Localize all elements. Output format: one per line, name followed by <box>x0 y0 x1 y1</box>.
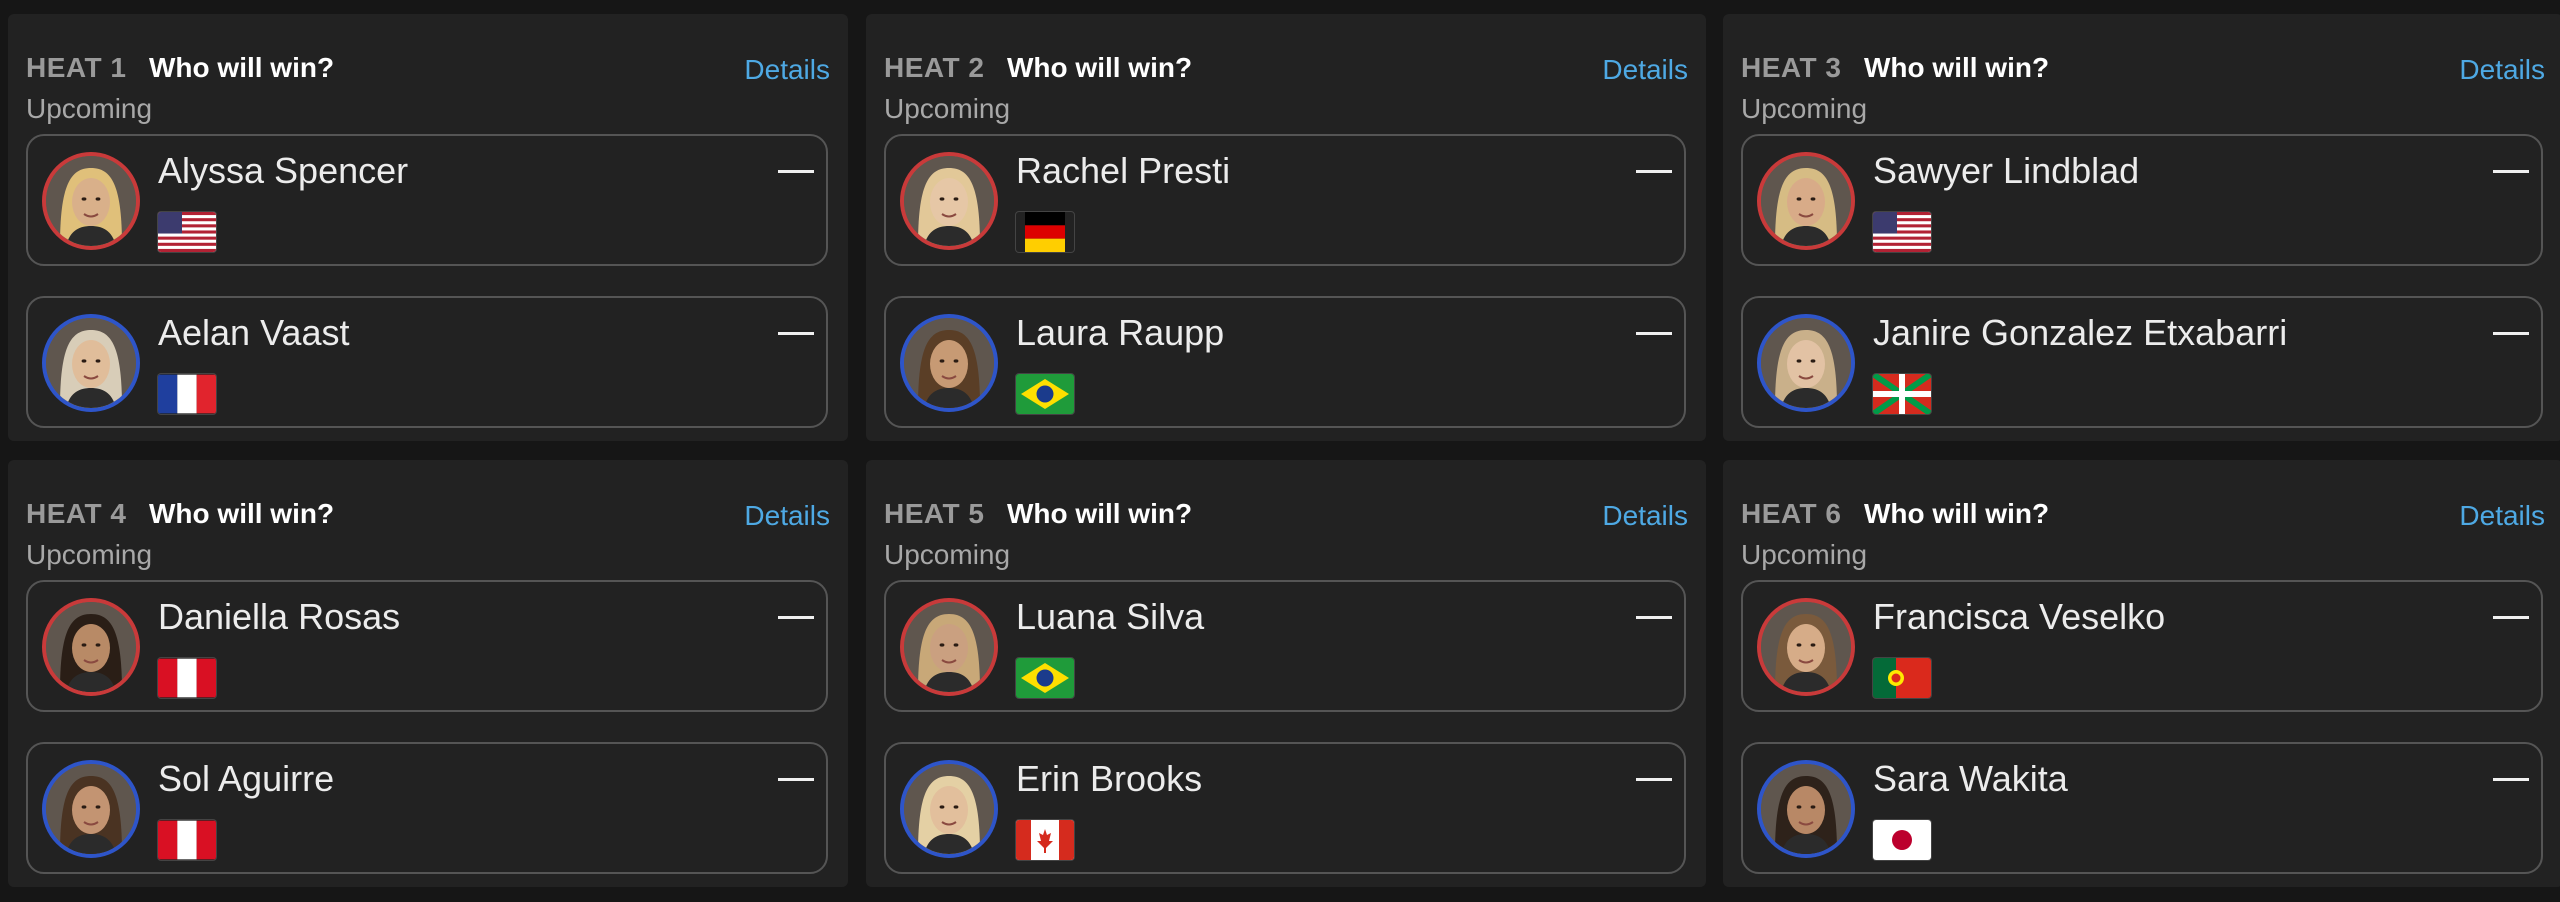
surfer-name: Sol Aguirre <box>158 758 335 799</box>
surfer-avatar <box>900 314 998 412</box>
surfer-name: Sara Wakita <box>1873 758 2068 799</box>
surfer-pick-daniella-rosas[interactable]: Daniella Rosas <box>26 580 828 712</box>
result-placeholder <box>778 778 814 781</box>
surfer-avatar <box>900 598 998 696</box>
result-placeholder <box>2493 616 2529 619</box>
heat-status: Upcoming <box>884 93 1011 124</box>
heat-card-4: HEAT 4 Who will win? Details Upcoming Da… <box>8 460 848 887</box>
surfer-avatar <box>42 152 140 250</box>
heat-status: Upcoming <box>884 539 1011 570</box>
flag-fr-icon <box>158 374 216 414</box>
surfer-avatar <box>900 152 998 250</box>
result-placeholder <box>1636 170 1672 173</box>
surfer-avatar <box>1757 760 1855 858</box>
heat-number: HEAT 2 <box>884 52 985 83</box>
surfer-name: Alyssa Spencer <box>158 150 409 191</box>
surfer-pick-alyssa-spencer[interactable]: Alyssa Spencer <box>26 134 828 266</box>
surfer-pick-laura-raupp[interactable]: Laura Raupp <box>884 296 1686 428</box>
heat-card-2: HEAT 2 Who will win? Details Upcoming Ra… <box>866 14 1706 441</box>
flag-eu-icon <box>1873 374 1931 414</box>
details-link[interactable]: Details <box>2459 54 2545 86</box>
heat-number: HEAT 1 <box>26 52 127 83</box>
heat-status: Upcoming <box>1741 539 1868 570</box>
result-placeholder <box>778 170 814 173</box>
flag-us-icon <box>158 212 216 252</box>
surfer-pick-rachel-presti[interactable]: Rachel Presti <box>884 134 1686 266</box>
heat-number: HEAT 4 <box>26 498 127 529</box>
flag-us-icon <box>1873 212 1931 252</box>
surfer-avatar <box>1757 598 1855 696</box>
heat-card-3: HEAT 3 Who will win? Details Upcoming Sa… <box>1723 14 2560 441</box>
result-placeholder <box>2493 170 2529 173</box>
surfer-name: Daniella Rosas <box>158 596 401 637</box>
surfer-pick-luana-silva[interactable]: Luana Silva <box>884 580 1686 712</box>
result-placeholder <box>778 332 814 335</box>
surfer-avatar <box>1757 152 1855 250</box>
flag-br-icon <box>1016 374 1074 414</box>
surfer-name: Erin Brooks <box>1016 758 1203 799</box>
surfer-name: Rachel Presti <box>1016 150 1231 191</box>
who-will-win-label: Who will win? <box>1864 498 2050 529</box>
heat-number: HEAT 6 <box>1741 498 1842 529</box>
surfer-avatar <box>42 760 140 858</box>
result-placeholder <box>1636 778 1672 781</box>
who-will-win-label: Who will win? <box>149 498 335 529</box>
details-link[interactable]: Details <box>744 500 830 532</box>
surfer-pick-janire-gonzalez-etxabarri[interactable]: Janire Gonzalez Etxabarri <box>1741 296 2543 428</box>
surfer-name: Sawyer Lindblad <box>1873 150 2140 191</box>
result-placeholder <box>1636 616 1672 619</box>
heat-status: Upcoming <box>26 93 153 124</box>
who-will-win-label: Who will win? <box>1007 52 1193 83</box>
details-link[interactable]: Details <box>1602 500 1688 532</box>
heat-status: Upcoming <box>1741 93 1868 124</box>
surfer-pick-sol-aguirre[interactable]: Sol Aguirre <box>26 742 828 874</box>
flag-jp-icon <box>1873 820 1931 860</box>
surfer-pick-erin-brooks[interactable]: Erin Brooks <box>884 742 1686 874</box>
heat-card-6: HEAT 6 Who will win? Details Upcoming Fr… <box>1723 460 2560 887</box>
who-will-win-label: Who will win? <box>1007 498 1193 529</box>
result-placeholder <box>1636 332 1672 335</box>
flag-pe-icon <box>158 820 216 860</box>
surfer-name: Laura Raupp <box>1016 312 1225 353</box>
surfer-pick-francisca-veselko[interactable]: Francisca Veselko <box>1741 580 2543 712</box>
surfer-name: Luana Silva <box>1016 596 1205 637</box>
heat-number: HEAT 5 <box>884 498 985 529</box>
surfer-name: Francisca Veselko <box>1873 596 2166 637</box>
surfer-avatar <box>900 760 998 858</box>
heat-status: Upcoming <box>26 539 153 570</box>
surfer-avatar <box>42 314 140 412</box>
heat-card-1: HEAT 1 Who will win? Details Upcoming Al… <box>8 14 848 441</box>
surfer-pick-sawyer-lindblad[interactable]: Sawyer Lindblad <box>1741 134 2543 266</box>
surfer-name: Janire Gonzalez Etxabarri <box>1873 312 2288 353</box>
who-will-win-label: Who will win? <box>149 52 335 83</box>
surfer-pick-aelan-vaast[interactable]: Aelan Vaast <box>26 296 828 428</box>
details-link[interactable]: Details <box>2459 500 2545 532</box>
flag-de-icon <box>1016 212 1074 252</box>
surfer-avatar <box>1757 314 1855 412</box>
surfer-avatar <box>42 598 140 696</box>
flag-br-icon <box>1016 658 1074 698</box>
result-placeholder <box>2493 778 2529 781</box>
surfer-name: Aelan Vaast <box>158 312 350 353</box>
who-will-win-label: Who will win? <box>1864 52 2050 83</box>
flag-pt-icon <box>1873 658 1931 698</box>
details-link[interactable]: Details <box>744 54 830 86</box>
heat-card-5: HEAT 5 Who will win? Details Upcoming Lu… <box>866 460 1706 887</box>
flag-pe-icon <box>158 658 216 698</box>
result-placeholder <box>778 616 814 619</box>
flag-ca-icon <box>1016 820 1074 860</box>
surfer-pick-sara-wakita[interactable]: Sara Wakita <box>1741 742 2543 874</box>
details-link[interactable]: Details <box>1602 54 1688 86</box>
heat-number: HEAT 3 <box>1741 52 1842 83</box>
result-placeholder <box>2493 332 2529 335</box>
